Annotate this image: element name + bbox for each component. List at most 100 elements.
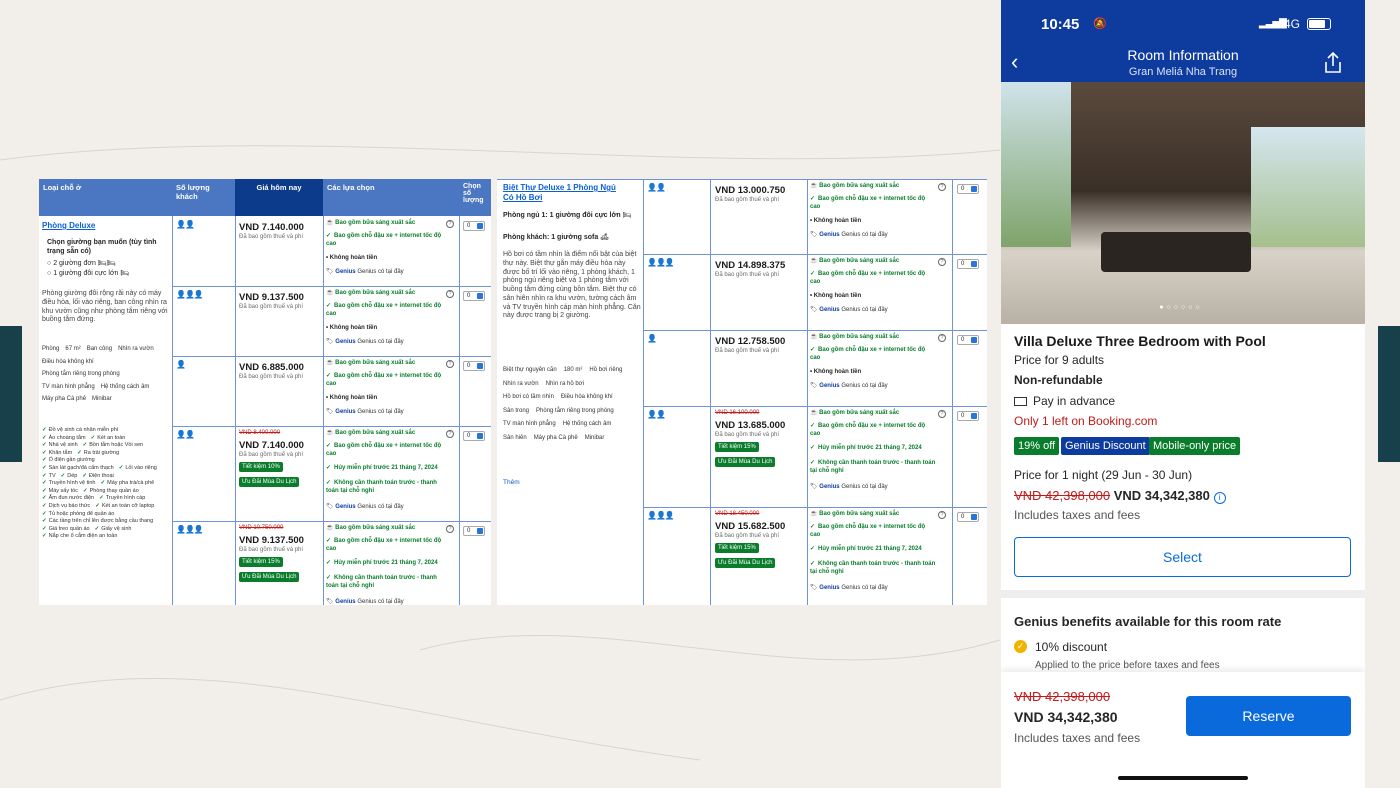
breakfast-option: ☕ Bao gồm bữa sáng xuất sắc [326, 220, 416, 226]
breakfast-option: ☕ Bao gồm bữa sáng xuất sắc [326, 525, 416, 531]
no-prepay-option: ✓ Không cần thanh toán trước - thanh toán… [326, 480, 437, 494]
info-icon[interactable]: ? [938, 511, 946, 519]
breakfast-option: ☕ Bao gồm bữa sáng xuất sắc [326, 360, 416, 366]
old-price: VND 18.450.000 [715, 511, 760, 517]
info-icon[interactable]: ? [446, 360, 454, 368]
quantity-select[interactable]: 0 [957, 512, 979, 522]
info-icon[interactable]: ? [938, 183, 946, 191]
tag-icon: 🏷 [810, 307, 818, 313]
parking-option: ✓ Bao gồm chỗ đậu xe + internet tốc độ ca… [326, 233, 442, 247]
tag-icon: 🏷 [810, 232, 818, 238]
bed-option-2[interactable]: ○ 1 giường đôi cực lớn 🛏 [47, 270, 129, 279]
carousel-dots[interactable]: ●○○○○○ [1141, 304, 1221, 314]
info-icon[interactable]: ? [938, 410, 946, 418]
facility-item: Điều hòa không khí [560, 394, 613, 400]
parking-option: ✓ Bao gồm chỗ đậu xe + internet tốc độ ca… [326, 538, 442, 552]
room-name-link[interactable]: Phòng Deluxe [42, 221, 95, 231]
free-cancel-option: ✓ Hủy miễn phí trước 21 tháng 7, 2024 [810, 445, 922, 451]
amenity-item: ✓ Ổ điện gần giường [42, 457, 95, 464]
header-title: Room Information [1127, 47, 1239, 63]
info-icon[interactable]: i [1213, 492, 1226, 504]
more-link[interactable]: Thêm [503, 479, 520, 487]
free-cancel-option: ✓ Hủy miễn phí trước 21 tháng 7, 2024 [810, 546, 922, 552]
quantity-select[interactable]: 0 [463, 291, 485, 301]
room-price: VND 6.885.000 [239, 362, 304, 373]
room-price: VND 7.140.000 [239, 222, 304, 233]
quantity-select[interactable]: 0 [957, 411, 979, 421]
bed-option-1[interactable]: ○ 2 giường đơn 🛏🛏 [47, 260, 116, 269]
room-price: VND 13.000.750 [715, 185, 786, 196]
tag-discount: 19% off [1014, 437, 1060, 455]
coffee-icon: ☕ [326, 290, 334, 296]
room-price: VND 13.685.000 [715, 420, 786, 431]
facility-item: Máy pha Cà phê [533, 434, 578, 441]
info-icon[interactable]: ? [446, 525, 454, 533]
info-icon[interactable]: ? [446, 430, 454, 438]
guest-icons: 👤👤 [647, 410, 666, 419]
info-icon[interactable]: ? [446, 220, 454, 228]
nonrefund-option: • Không hoàn tiền [810, 293, 862, 299]
header-guests: Số lượng khách [172, 179, 235, 216]
home-indicator [1118, 776, 1248, 780]
amenity-item: ✓ Đồ vệ sinh cá nhân miễn phí [42, 427, 119, 433]
amenity-item: ✓ Truyền hình vệ tinh [42, 480, 96, 487]
quantity-select[interactable]: 0 [463, 526, 485, 536]
parking-option: ✓ Bao gồm chỗ đậu xe + internet tốc độ ca… [810, 524, 926, 538]
room-price: VND 9.137.500 [239, 535, 304, 546]
guest-icons: 👤👤 [176, 430, 195, 439]
deal-badge: Ưu Đãi Mùa Du Lịch [239, 572, 300, 582]
quantity-select[interactable]: 0 [463, 431, 485, 441]
amenity-item: ✓ Dép [60, 472, 78, 479]
facility-item: Sân trong [503, 407, 530, 414]
taxes-note: Đã bao gồm thuế và phí [239, 374, 304, 380]
info-icon[interactable]: ? [446, 290, 454, 298]
nonrefund-option: • Không hoàn tiền [326, 395, 378, 401]
facility-item: Hệ thống cách âm [100, 383, 150, 390]
amenity-item: ✓ Truyền hình cáp [99, 495, 146, 502]
coffee-icon: ☕ [810, 410, 818, 416]
parking-option: ✓ Bao gồm chỗ đậu xe + internet tốc độ ca… [810, 271, 926, 285]
nonrefund-option: • Không hoàn tiền [326, 255, 378, 261]
facility-item: 180 m² [563, 367, 583, 373]
amenity-item: ✓ Tủ hoặc phòng để quần áo [42, 510, 115, 517]
amenity-item: ✓ Nhà vệ sinh [42, 442, 78, 449]
amenity-list: ✓ Đồ vệ sinh cá nhân miễn phí✓ Áo choàng t… [42, 427, 170, 541]
share-icon[interactable] [1324, 51, 1342, 74]
quantity-select[interactable]: 0 [957, 259, 979, 269]
facility-item: Phòng tắm riêng trong phòng [536, 407, 614, 414]
taxes-note: Đã bao gồm thuế và phí [715, 432, 780, 438]
breakfast-option: ☕ Bao gồm bữa sáng xuất sắc [810, 183, 900, 189]
amenity-item: ✓ Lối vào riêng [118, 464, 157, 471]
price-for-adults: Price for 9 adults [1014, 353, 1105, 367]
footer-new-price: VND 34,342,380 [1014, 709, 1118, 725]
old-price: VND 16.100.000 [715, 410, 760, 416]
facility-item: 67 m² [65, 346, 81, 352]
info-icon[interactable]: ? [938, 334, 946, 342]
reserve-button[interactable]: Reserve [1186, 696, 1351, 736]
nonrefund-option: • Không hoàn tiền [810, 218, 862, 224]
parking-option: ✓ Bao gồm chỗ đậu xe + internet tốc độ ca… [326, 373, 442, 387]
includes-taxes: Includes taxes and fees [1014, 508, 1141, 522]
coffee-icon: ☕ [810, 183, 818, 189]
room-photo[interactable]: ●○○○○○ [1001, 82, 1365, 324]
battery-icon [1307, 18, 1331, 30]
quantity-select[interactable]: 0 [463, 361, 485, 371]
quantity-select[interactable]: 0 [463, 221, 485, 231]
tag-icon: 🏷 [810, 383, 818, 389]
bed-prompt: Chọn giường bạn muốn (tùy tình trạng sẵn… [47, 239, 157, 255]
taxes-note: Đã bao gồm thuế và phí [715, 272, 780, 278]
facility-item: Phòng tắm riêng trong phòng [42, 371, 120, 378]
taxes-note: Đã bao gồm thuế và phí [715, 533, 780, 539]
guest-icons: 👤 [176, 360, 186, 369]
room2-name-link[interactable]: Biệt Thự Deluxe 1 Phòng Ngủ Có Hồ Bơi [503, 183, 623, 203]
room-price: VND 9.137.500 [239, 292, 304, 303]
mobile-header: 10:45 🔕 ▂▃▅▇ 4G ‹ Room Information Gran … [1001, 0, 1365, 82]
quantity-select[interactable]: 0 [957, 184, 979, 194]
genius-option: 🏷 Genius Genius có tại đây [810, 484, 888, 490]
taxes-note: Đã bao gồm thuế và phí [239, 547, 304, 553]
select-button[interactable]: Select [1014, 537, 1351, 577]
genius-option: 🏷 Genius Genius có tại đây [326, 339, 404, 345]
info-icon[interactable]: ? [938, 258, 946, 266]
taxes-note: Đã bao gồm thuế và phí [239, 452, 304, 458]
quantity-select[interactable]: 0 [957, 335, 979, 345]
